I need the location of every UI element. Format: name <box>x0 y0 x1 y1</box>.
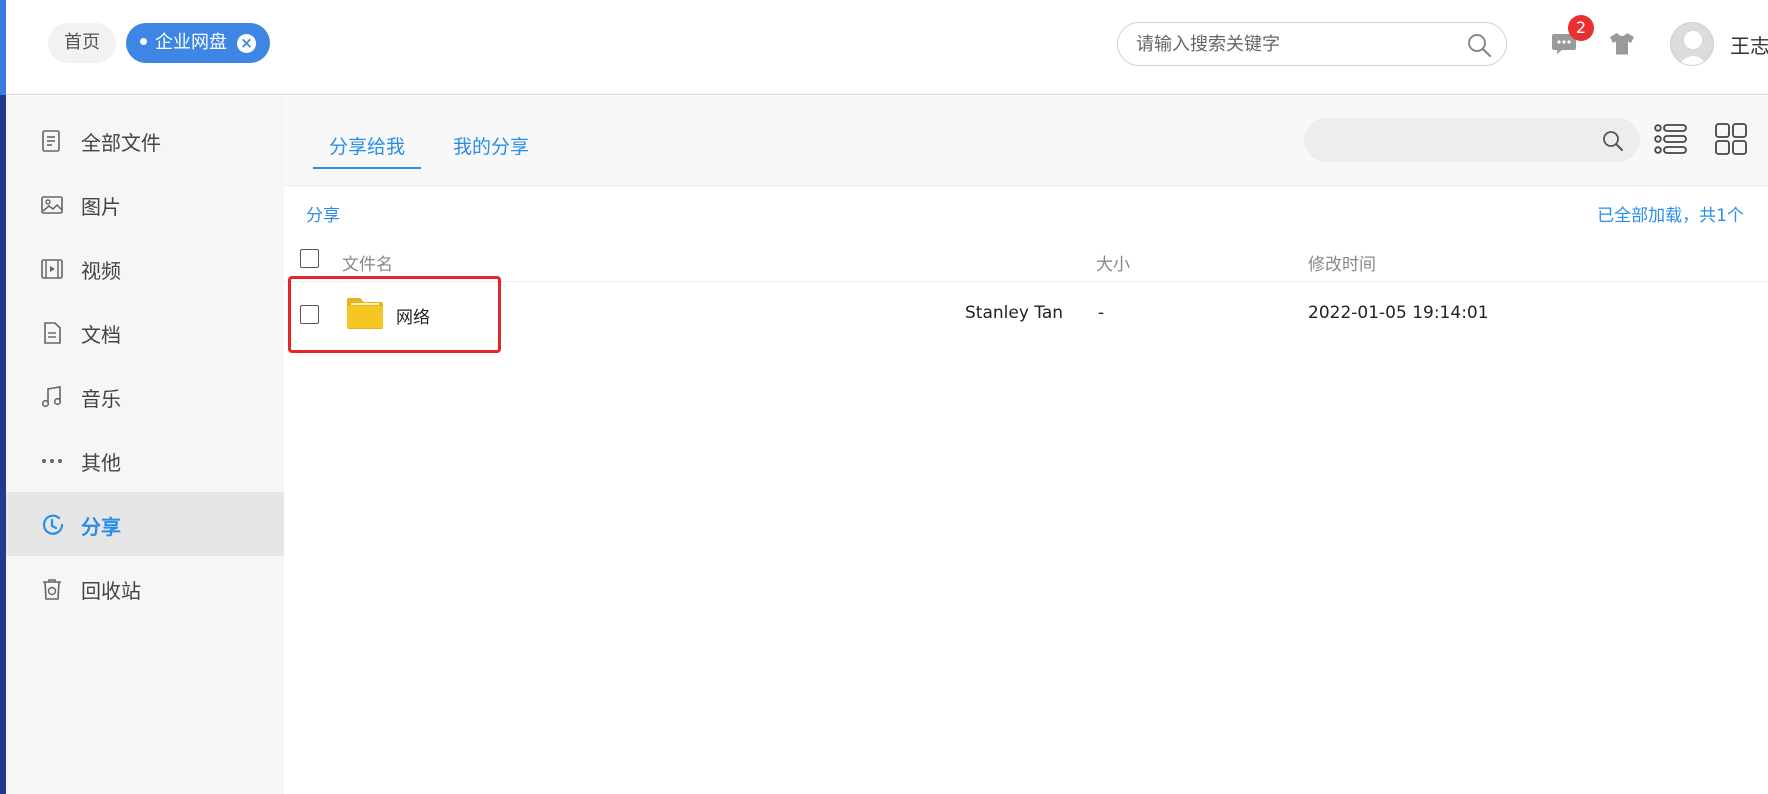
column-header-name[interactable]: 文件名 <box>342 250 393 275</box>
search-icon[interactable] <box>1466 32 1492 58</box>
sidebar: 全部文件 图片 视频 文档 音乐 其他 分享 回收站 <box>6 96 284 794</box>
file-search-input[interactable] <box>1320 128 1580 152</box>
image-icon <box>41 196 63 214</box>
active-dot-icon <box>140 37 147 45</box>
search-icon[interactable] <box>1602 130 1624 152</box>
user-avatar-icon <box>1671 23 1713 65</box>
file-list-icon <box>42 130 60 152</box>
sidebar-item-all-files[interactable]: 全部文件 <box>6 108 284 172</box>
username[interactable]: 王志强 <box>1730 30 1768 59</box>
tab-my-shares[interactable]: 我的分享 <box>453 132 529 159</box>
document-icon <box>44 322 61 344</box>
highlight-box <box>288 276 501 353</box>
sidebar-item-label: 其他 <box>81 451 121 475</box>
sidebar-item-label: 文档 <box>81 323 121 347</box>
video-icon <box>41 259 63 279</box>
file-size: - <box>1098 303 1105 323</box>
file-search <box>1304 118 1640 162</box>
tab-enterprise-disk-label: 企业网盘 <box>155 32 227 53</box>
tab-close-icon[interactable]: × <box>237 34 256 53</box>
sidebar-item-label: 图片 <box>81 195 121 219</box>
load-status: 已全部加载，共1个 <box>1597 206 1744 226</box>
sidebar-item-label: 分享 <box>81 515 121 539</box>
share-icon <box>42 514 64 535</box>
list-view-icon[interactable] <box>1654 122 1688 156</box>
sidebar-item-label: 视频 <box>81 259 121 283</box>
top-header: 首页 企业网盘 × 2 <box>6 0 1768 95</box>
column-header-modified[interactable]: 修改时间 <box>1308 250 1376 275</box>
file-owner: Stanley Tan <box>965 303 1064 323</box>
main-content: 分享给我 我的分享 分享 已全部加载，共1个 文件名 大小 修改时间 网络 St… <box>284 96 1768 794</box>
sidebar-item-label: 音乐 <box>81 387 121 411</box>
file-modified-time: 2022-01-05 19:14:01 <box>1308 303 1489 323</box>
sidebar-item-images[interactable]: 图片 <box>6 172 284 236</box>
table-header: 文件名 大小 修改时间 <box>284 236 1768 282</box>
sidebar-item-music[interactable]: 音乐 <box>6 364 284 428</box>
recycle-bin-icon <box>43 579 61 600</box>
sidebar-item-other[interactable]: 其他 <box>6 428 284 492</box>
more-icon <box>42 459 62 463</box>
message-count-badge: 2 <box>1568 15 1594 41</box>
table-row[interactable]: 网络 Stanley Tan - 2022-01-05 19:14:01 <box>284 282 1768 348</box>
tab-home[interactable]: 首页 <box>48 23 116 63</box>
sidebar-item-documents[interactable]: 文档 <box>6 300 284 364</box>
tab-shared-with-me[interactable]: 分享给我 <box>313 132 422 169</box>
breadcrumb[interactable]: 分享 <box>306 201 340 226</box>
sidebar-item-label: 回收站 <box>81 579 141 603</box>
global-search-input[interactable] <box>1136 32 1456 56</box>
content-toolbar: 分享给我 我的分享 <box>284 96 1768 186</box>
column-header-size[interactable]: 大小 <box>1096 250 1130 275</box>
global-search <box>1117 22 1507 66</box>
sidebar-item-recycle-bin[interactable]: 回收站 <box>6 556 284 620</box>
grid-view-icon[interactable] <box>1714 122 1748 156</box>
select-all-checkbox[interactable] <box>300 249 319 268</box>
music-icon <box>41 386 62 408</box>
tab-enterprise-disk[interactable]: 企业网盘 × <box>126 23 270 63</box>
avatar[interactable] <box>1670 22 1714 66</box>
sidebar-item-label: 全部文件 <box>81 131 161 155</box>
sidebar-item-videos[interactable]: 视频 <box>6 236 284 300</box>
app-window: 首页 企业网盘 × 2 <box>0 0 1768 794</box>
theme-shirt-icon[interactable] <box>1609 32 1635 56</box>
sidebar-item-share[interactable]: 分享 <box>6 492 284 556</box>
